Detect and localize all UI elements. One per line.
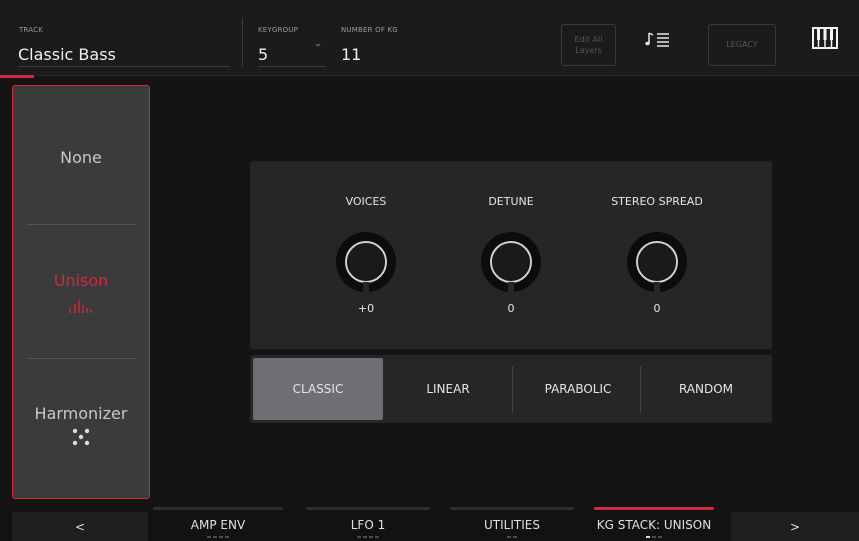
page-dots bbox=[306, 536, 430, 538]
track-name[interactable]: Classic Bass bbox=[18, 45, 116, 64]
edit-all-layers-button[interactable]: Edit All Layers bbox=[561, 24, 616, 66]
chevron-down-icon bbox=[315, 44, 321, 47]
sidebar-divider bbox=[27, 358, 137, 359]
unison-parameters-panel: VOICES +0 DETUNE 0 STEREO SPREAD 0 bbox=[250, 161, 772, 349]
detune-label: DETUNE bbox=[488, 195, 534, 208]
piano-keyboard-icon[interactable] bbox=[812, 26, 838, 50]
header-divider bbox=[242, 18, 243, 66]
edit-all-label-line2: Layers bbox=[575, 46, 602, 55]
voices-value: +0 bbox=[357, 302, 375, 315]
sidebar-divider bbox=[27, 224, 137, 225]
page-dots bbox=[450, 536, 574, 538]
tab-indicator bbox=[450, 507, 574, 510]
stereo-spread-label: STEREO SPREAD bbox=[611, 195, 703, 208]
sidebar-item-label: None bbox=[60, 148, 102, 167]
detune-control[interactable]: DETUNE 0 bbox=[451, 194, 571, 315]
sidebar-item-none[interactable]: None bbox=[13, 148, 149, 167]
track-underline bbox=[18, 66, 230, 67]
mode-random-button[interactable]: RANDOM bbox=[641, 358, 771, 420]
tab-utilities[interactable]: UTILITIES bbox=[450, 507, 574, 541]
page-dots bbox=[594, 536, 714, 538]
track-accent-indicator bbox=[0, 75, 34, 78]
detune-value: 0 bbox=[507, 302, 515, 315]
tab-amp-env[interactable]: AMP ENV bbox=[153, 507, 283, 541]
tab-lfo-1[interactable]: LFO 1 bbox=[306, 507, 430, 541]
prev-page-button[interactable]: < bbox=[12, 512, 148, 541]
sidebar-item-label: Unison bbox=[53, 271, 109, 290]
detune-knob[interactable] bbox=[479, 230, 543, 294]
next-page-button[interactable]: > bbox=[731, 512, 859, 541]
keygroup-value[interactable]: 5 bbox=[258, 45, 268, 64]
edit-all-label-line1: Edit All bbox=[574, 35, 603, 44]
voices-knob[interactable] bbox=[334, 230, 398, 294]
page-dots bbox=[153, 536, 283, 538]
keygroup-label: KEYGROUP bbox=[258, 26, 299, 34]
tab-indicator-active bbox=[594, 507, 714, 510]
sidebar-item-unison[interactable]: Unison bbox=[13, 271, 149, 314]
stack-mode-sidebar: None Unison Harmonizer bbox=[12, 85, 150, 499]
mode-parabolic-button[interactable]: PARABOLIC bbox=[513, 358, 643, 420]
stereo-spread-knob[interactable] bbox=[625, 230, 689, 294]
tab-indicator bbox=[153, 507, 283, 510]
stereo-spread-value: 0 bbox=[653, 302, 661, 315]
stereo-spread-control[interactable]: STEREO SPREAD 0 bbox=[597, 194, 717, 315]
mode-linear-button[interactable]: LINEAR bbox=[383, 358, 513, 420]
voices-control[interactable]: VOICES +0 bbox=[306, 194, 426, 315]
legacy-button[interactable]: LEGACY bbox=[708, 24, 776, 66]
unison-mode-selector: CLASSIC LINEAR PARABOLIC RANDOM bbox=[250, 355, 772, 423]
note-list-icon[interactable] bbox=[645, 28, 679, 50]
mode-classic-button[interactable]: CLASSIC bbox=[253, 358, 383, 420]
unison-bars-icon bbox=[69, 300, 92, 313]
keygroup-underline bbox=[258, 66, 326, 67]
number-of-kg-value[interactable]: 11 bbox=[341, 45, 361, 64]
bottom-navigation: < AMP ENV LFO 1 UTILITIES KG STACK: UNIS… bbox=[0, 507, 859, 541]
voices-label: VOICES bbox=[345, 195, 387, 208]
sidebar-item-harmonizer[interactable]: Harmonizer bbox=[13, 404, 149, 447]
track-label: TRACK bbox=[19, 26, 43, 34]
tab-kg-stack-unison[interactable]: KG STACK: UNISON bbox=[594, 507, 714, 541]
tab-indicator bbox=[306, 507, 430, 510]
header-bar: TRACK Classic Bass KEYGROUP 5 NUMBER OF … bbox=[0, 0, 859, 76]
sidebar-item-label: Harmonizer bbox=[34, 404, 128, 423]
harmonizer-dots-icon bbox=[72, 428, 90, 446]
number-of-kg-label: NUMBER OF KG bbox=[341, 26, 398, 34]
